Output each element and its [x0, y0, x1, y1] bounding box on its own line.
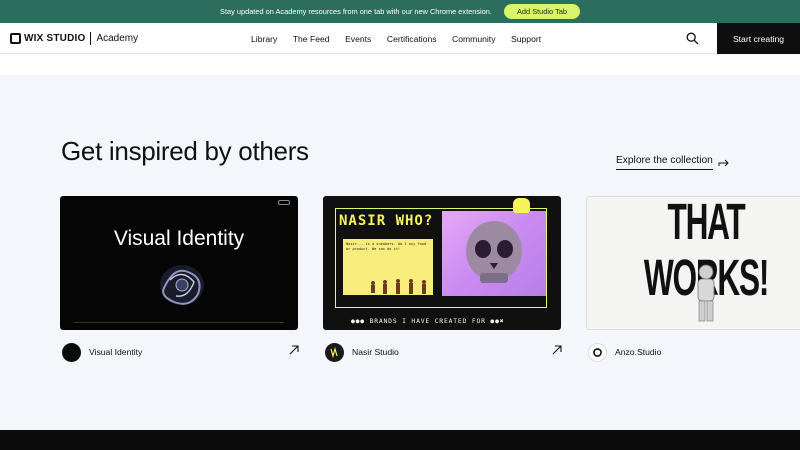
card-footer-nasir-studio[interactable]: Nasir Studio [325, 342, 563, 362]
showcase-card-nasir-studio[interactable]: NASIR WHO? Nasir... is a sneakers. Am I … [323, 196, 561, 330]
preview-menu [278, 200, 290, 205]
nav-certifications[interactable]: Certifications [387, 34, 437, 44]
nav-the-feed[interactable]: The Feed [293, 34, 330, 44]
skull-icon [466, 221, 522, 283]
avatar [588, 342, 607, 362]
promo-banner: Stay updated on Academy resources from o… [0, 0, 800, 23]
evolution-figures-image [371, 279, 426, 294]
preview-line-1: THAT [667, 196, 746, 250]
preview-topbar [68, 200, 290, 206]
anzo-logo-icon [593, 347, 602, 357]
nav-events[interactable]: Events [345, 34, 371, 44]
wix-studio-academy-logo[interactable]: WIX STUDIO Academy [10, 31, 138, 46]
banner-text: Stay updated on Academy resources from o… [220, 7, 492, 16]
section-title: Get inspired by others [61, 136, 309, 166]
preview-footer-text: BRANDS I HAVE CREATED FOR [369, 317, 486, 325]
nav-library[interactable]: Library [251, 34, 277, 44]
logo-brand: WIX STUDIO [24, 33, 86, 44]
preview-footer: ●●● BRANDS I HAVE CREATED FOR ●●✖ [351, 317, 505, 325]
footer-band [0, 430, 800, 450]
site-header: WIX STUDIO Academy Library The Feed Even… [0, 23, 800, 54]
start-creating-button[interactable]: Start creating [717, 23, 800, 54]
preview-divider [74, 322, 284, 323]
showcase-card-anzo-studio[interactable]: THAT WORKS! [586, 196, 800, 330]
preview-title: Visual Identity [113, 227, 245, 250]
astronaut-image [697, 264, 715, 322]
yellow-skull-badge-icon [513, 198, 530, 213]
card-author-name: Anzo.Studio [615, 347, 662, 357]
add-studio-tab-button[interactable]: Add Studio Tab [503, 4, 580, 19]
search-icon[interactable] [686, 32, 699, 45]
main-nav: Library The Feed Events Certifications C… [251, 23, 557, 54]
skull-render-image [442, 211, 546, 296]
preview-heading: NASIR WHO? [339, 213, 434, 229]
card-author-name: Nasir Studio [352, 347, 399, 357]
avatar [325, 342, 344, 362]
content-top-strip [0, 55, 800, 75]
nav-community[interactable]: Community [452, 34, 495, 44]
logo-divider [90, 32, 92, 45]
card-footer-visual-identity[interactable]: Visual Identity [62, 342, 300, 362]
logo-square-icon [10, 33, 21, 44]
showcase-card-visual-identity[interactable]: Visual Identity [60, 196, 298, 330]
avatar [62, 342, 81, 362]
arrow-right-icon [718, 159, 729, 166]
nasir-logo-icon [330, 346, 338, 358]
logo-product: Academy [96, 33, 139, 44]
card-footer-anzo-studio[interactable]: Anzo.Studio [588, 342, 800, 362]
explore-collection-link[interactable]: Explore the collection [616, 155, 730, 170]
explore-collection-label: Explore the collection [616, 155, 713, 170]
arrow-up-right-icon[interactable] [288, 344, 300, 356]
chrome-sculpture-image [160, 265, 204, 305]
arrow-up-right-icon[interactable] [551, 344, 563, 356]
card-author-name: Visual Identity [89, 347, 143, 357]
nav-support[interactable]: Support [511, 34, 541, 44]
